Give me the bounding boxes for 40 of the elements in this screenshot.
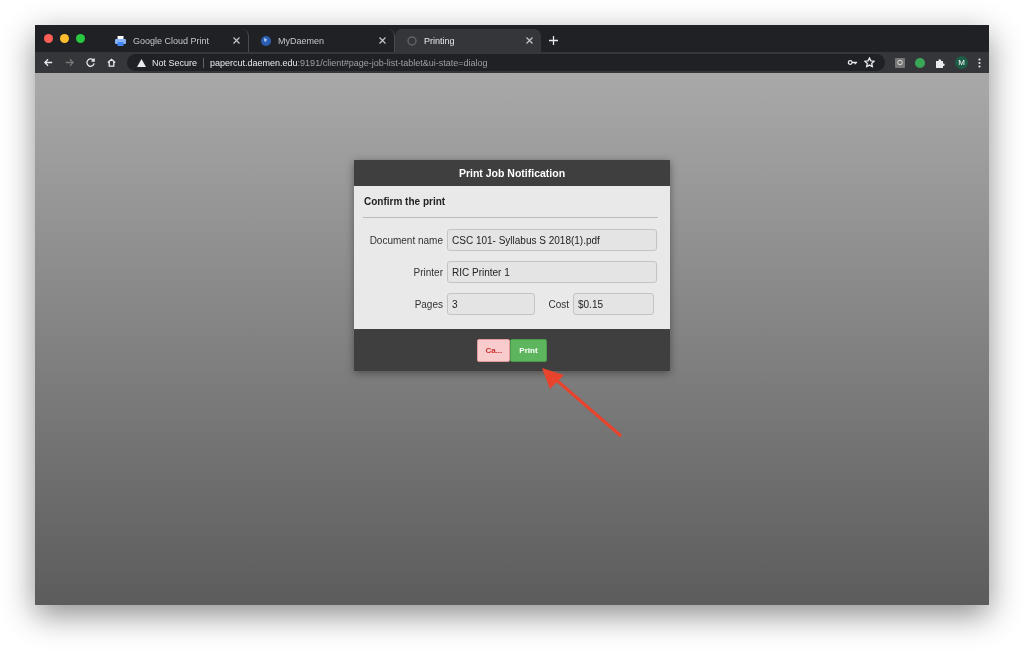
- input-field[interactable]: 3: [447, 293, 535, 315]
- loading-icon: [407, 35, 417, 46]
- security-label: Not Secure: [152, 57, 198, 68]
- new-tab-icon[interactable]: [549, 36, 558, 45]
- field-label: Printer: [412, 266, 443, 278]
- printer-icon: [115, 35, 126, 46]
- menu-icon[interactable]: [978, 57, 981, 68]
- browser-tab[interactable]: Printing: [395, 29, 541, 52]
- address-bar[interactable]: Not Secure papercut.daemen.edu:9191/client#page-job-list-tablet&ui-state=dialog: [127, 54, 885, 71]
- dialog-title: Print Job Notification: [354, 160, 670, 186]
- close-icon[interactable]: [526, 37, 533, 44]
- zoom-window-icon[interactable]: [76, 34, 85, 43]
- input-field[interactable]: CSC 101- Syllabus S 2018(1).pdf: [447, 229, 657, 251]
- input-field[interactable]: RIC Printer 1: [447, 261, 657, 283]
- field-label: Document name: [368, 234, 443, 246]
- minimize-window-icon[interactable]: [60, 34, 69, 43]
- close-icon[interactable]: [233, 37, 240, 44]
- dialog-heading: Confirm the print: [363, 186, 658, 218]
- extension-icon[interactable]: [895, 57, 905, 68]
- profile-avatar[interactable]: M: [955, 56, 968, 69]
- star-icon[interactable]: [864, 57, 875, 68]
- puzzle-icon[interactable]: [935, 57, 945, 68]
- forward-icon[interactable]: [64, 57, 75, 68]
- tab-title: MyDaemen: [278, 35, 325, 46]
- back-icon[interactable]: [43, 57, 54, 68]
- close-icon[interactable]: [379, 37, 386, 44]
- tab-title: Google Cloud Print: [133, 35, 211, 46]
- close-window-icon[interactable]: [44, 34, 53, 43]
- cancel-button[interactable]: Ca...: [477, 338, 511, 362]
- globe-icon: [261, 35, 271, 46]
- key-icon[interactable]: [847, 57, 858, 68]
- field-label: Pages: [413, 298, 443, 310]
- input-field[interactable]: $0.15: [573, 293, 654, 315]
- home-icon[interactable]: [106, 57, 117, 68]
- extension-status-icon[interactable]: [915, 57, 925, 68]
- tab-title: Printing: [424, 35, 456, 46]
- url-text: papercut.daemen.edu:9191/client#page-job-list-tablet&ui-state=dialog: [210, 57, 488, 68]
- field-label: Cost: [547, 298, 569, 310]
- warning-icon: [137, 58, 146, 67]
- reload-icon[interactable]: [85, 57, 96, 68]
